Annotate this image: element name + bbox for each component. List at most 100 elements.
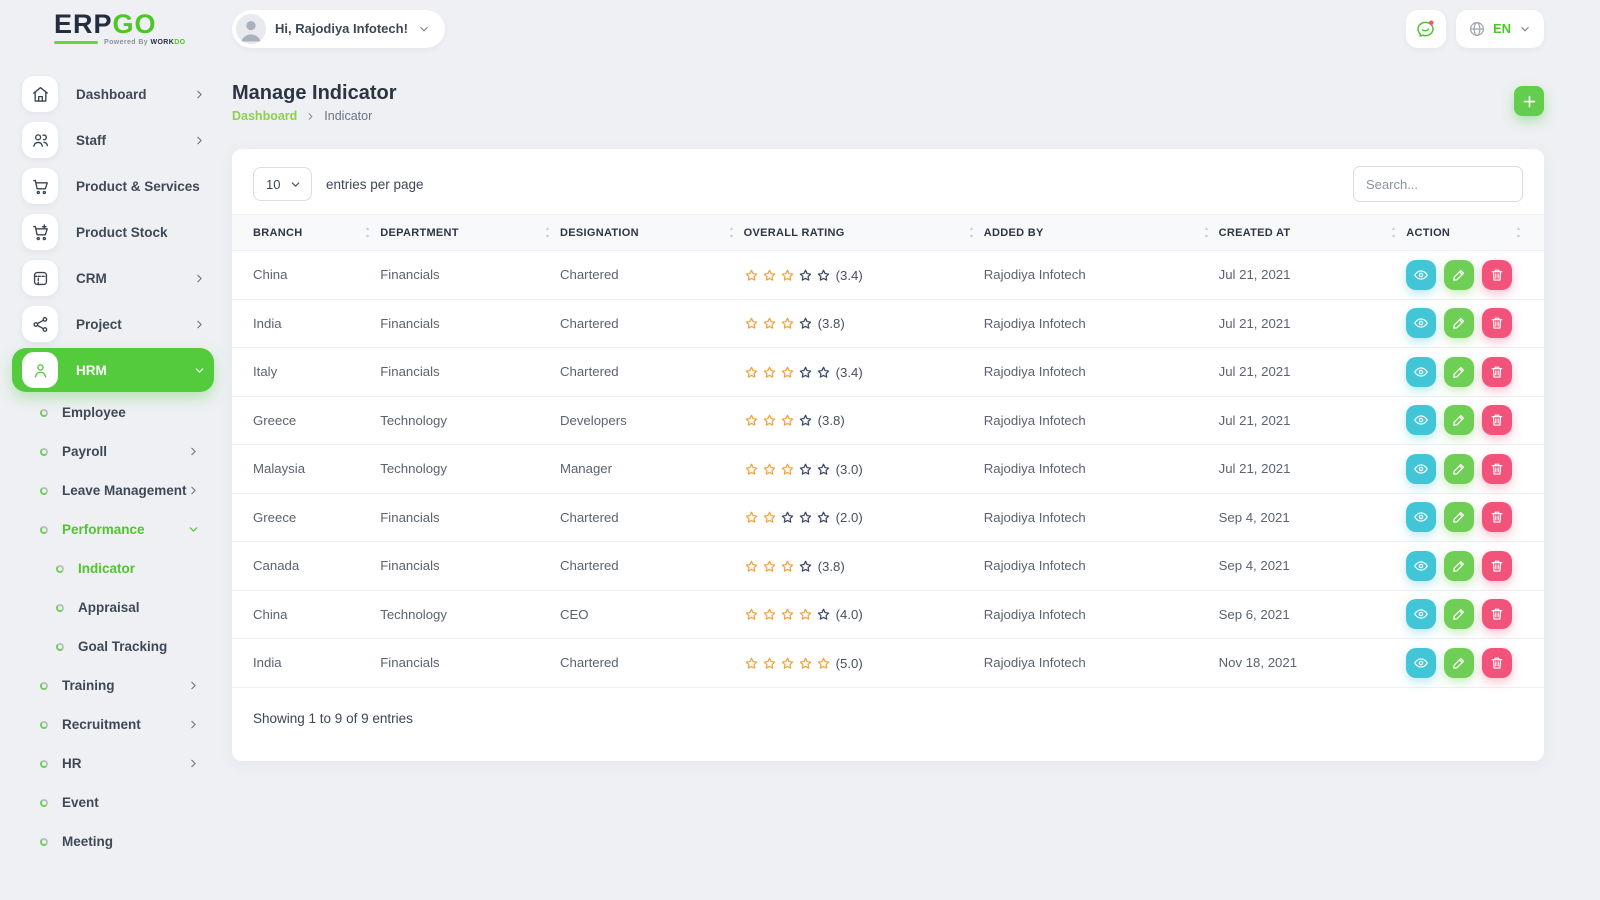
delete-button[interactable] [1482, 260, 1512, 290]
star-filled-icon [798, 607, 813, 622]
edit-button[interactable] [1444, 454, 1474, 484]
view-button[interactable] [1406, 357, 1436, 387]
sidebar-item-crm[interactable]: CRM [12, 255, 214, 301]
cell-branch: India [232, 299, 380, 348]
cell-designation: Chartered [560, 348, 744, 397]
table-row: GreeceTechnologyDevelopers(3.8)Rajodiya … [232, 396, 1544, 445]
star-filled-icon [744, 365, 759, 380]
star-filled-icon [762, 559, 777, 574]
column-header-action[interactable]: ACTION [1406, 215, 1544, 251]
column-header-added-by[interactable]: ADDED BY [984, 215, 1219, 251]
star-empty-icon [816, 510, 831, 525]
star-filled-icon [744, 559, 759, 574]
delete-button[interactable] [1482, 599, 1512, 629]
delete-button[interactable] [1482, 454, 1512, 484]
sidebar-item-hr[interactable]: HR [12, 744, 214, 783]
cell-branch: India [232, 639, 380, 688]
star-filled-icon [798, 656, 813, 671]
edit-button[interactable] [1444, 308, 1474, 338]
view-button[interactable] [1406, 405, 1436, 435]
breadcrumb-current: Indicator [324, 109, 372, 123]
sidebar-item-meeting[interactable]: Meeting [12, 822, 214, 861]
sidebar-item-training[interactable]: Training [12, 666, 214, 705]
view-button[interactable] [1406, 502, 1436, 532]
view-button[interactable] [1406, 551, 1436, 581]
edit-button[interactable] [1444, 648, 1474, 678]
entries-per-page-select[interactable]: 10 [253, 167, 312, 201]
eye-icon [1413, 655, 1429, 671]
star-empty-icon [816, 365, 831, 380]
column-header-designation[interactable]: DESIGNATION [560, 215, 744, 251]
edit-button[interactable] [1444, 599, 1474, 629]
edit-button[interactable] [1444, 502, 1474, 532]
chevron-right-icon [187, 445, 200, 458]
view-button[interactable] [1406, 599, 1436, 629]
edit-button[interactable] [1444, 357, 1474, 387]
cell-created-at: Sep 6, 2021 [1219, 590, 1407, 639]
view-button[interactable] [1406, 454, 1436, 484]
sidebar-item-recruitment[interactable]: Recruitment [12, 705, 214, 744]
search-input[interactable] [1353, 166, 1523, 202]
sidebar-item-staff[interactable]: Staff [12, 117, 214, 163]
sidebar-item-hrm[interactable]: HRM [12, 348, 214, 392]
delete-button[interactable] [1482, 648, 1512, 678]
bullet-icon [40, 721, 48, 729]
delete-button[interactable] [1482, 551, 1512, 581]
eye-icon [1413, 461, 1429, 477]
sidebar-item-leave-management[interactable]: Leave Management [12, 471, 214, 510]
sidebar-item-performance[interactable]: Performance [12, 510, 214, 549]
star-empty-icon [816, 462, 831, 477]
cell-designation: Chartered [560, 251, 744, 300]
delete-button[interactable] [1482, 357, 1512, 387]
star-empty-icon [798, 559, 813, 574]
cell-overall-rating: (3.4) [744, 348, 984, 397]
sidebar-item-dashboard[interactable]: Dashboard [12, 71, 214, 117]
breadcrumb: Dashboard Indicator [232, 109, 396, 123]
table-controls: 10 entries per page [232, 149, 1544, 214]
column-header-branch[interactable]: BRANCH [232, 215, 380, 251]
sidebar-item-payroll[interactable]: Payroll [12, 432, 214, 471]
table-row: ChinaFinancialsChartered(3.4)Rajodiya In… [232, 251, 1544, 300]
sidebar-item-indicator[interactable]: Indicator [12, 549, 214, 588]
rating-value: (3.8) [818, 316, 845, 331]
star-filled-icon [780, 559, 795, 574]
bullet-icon [56, 565, 64, 573]
delete-button[interactable] [1482, 308, 1512, 338]
topbar: ERPGO Powered By WORKDO Hi, Rajodiya Inf… [0, 0, 1600, 57]
eye-icon [1413, 315, 1429, 331]
delete-button[interactable] [1482, 405, 1512, 435]
delete-button[interactable] [1482, 502, 1512, 532]
sidebar-item-appraisal[interactable]: Appraisal [12, 588, 214, 627]
user-menu[interactable]: Hi, Rajodiya Infotech! [232, 10, 445, 48]
edit-button[interactable] [1444, 405, 1474, 435]
star-empty-icon [816, 268, 831, 283]
column-header-overall-rating[interactable]: OVERALL RATING [744, 215, 984, 251]
sidebar-item-project[interactable]: Project [12, 301, 214, 347]
rating-value: (5.0) [836, 656, 863, 671]
bullet-icon [40, 799, 48, 807]
logo[interactable]: ERPGO Powered By WORKDO [0, 11, 232, 46]
pencil-icon [1451, 655, 1467, 671]
page-head: Manage Indicator Dashboard Indicator [232, 82, 1544, 123]
sidebar-item-product-stock[interactable]: Product Stock [12, 209, 214, 255]
cartplus-icon [22, 214, 58, 250]
cell-action [1406, 396, 1544, 445]
view-button[interactable] [1406, 308, 1436, 338]
cell-added-by: Rajodiya Infotech [984, 396, 1219, 445]
edit-button[interactable] [1444, 551, 1474, 581]
column-header-created-at[interactable]: CREATED AT [1219, 215, 1407, 251]
add-indicator-button[interactable] [1514, 86, 1544, 116]
view-button[interactable] [1406, 260, 1436, 290]
sidebar-item-event[interactable]: Event [12, 783, 214, 822]
sidebar-item-employee[interactable]: Employee [12, 393, 214, 432]
sidebar-item-label: Product & Services [76, 179, 206, 194]
view-button[interactable] [1406, 648, 1436, 678]
language-selector[interactable]: EN [1456, 10, 1544, 48]
edit-button[interactable] [1444, 260, 1474, 290]
column-header-department[interactable]: DEPARTMENT [380, 215, 560, 251]
sidebar-item-goal-tracking[interactable]: Goal Tracking [12, 627, 214, 666]
breadcrumb-dashboard[interactable]: Dashboard [232, 109, 297, 123]
sidebar-item-product-services[interactable]: Product & Services [12, 163, 214, 209]
messenger-button[interactable] [1406, 10, 1446, 48]
eye-icon [1413, 558, 1429, 574]
